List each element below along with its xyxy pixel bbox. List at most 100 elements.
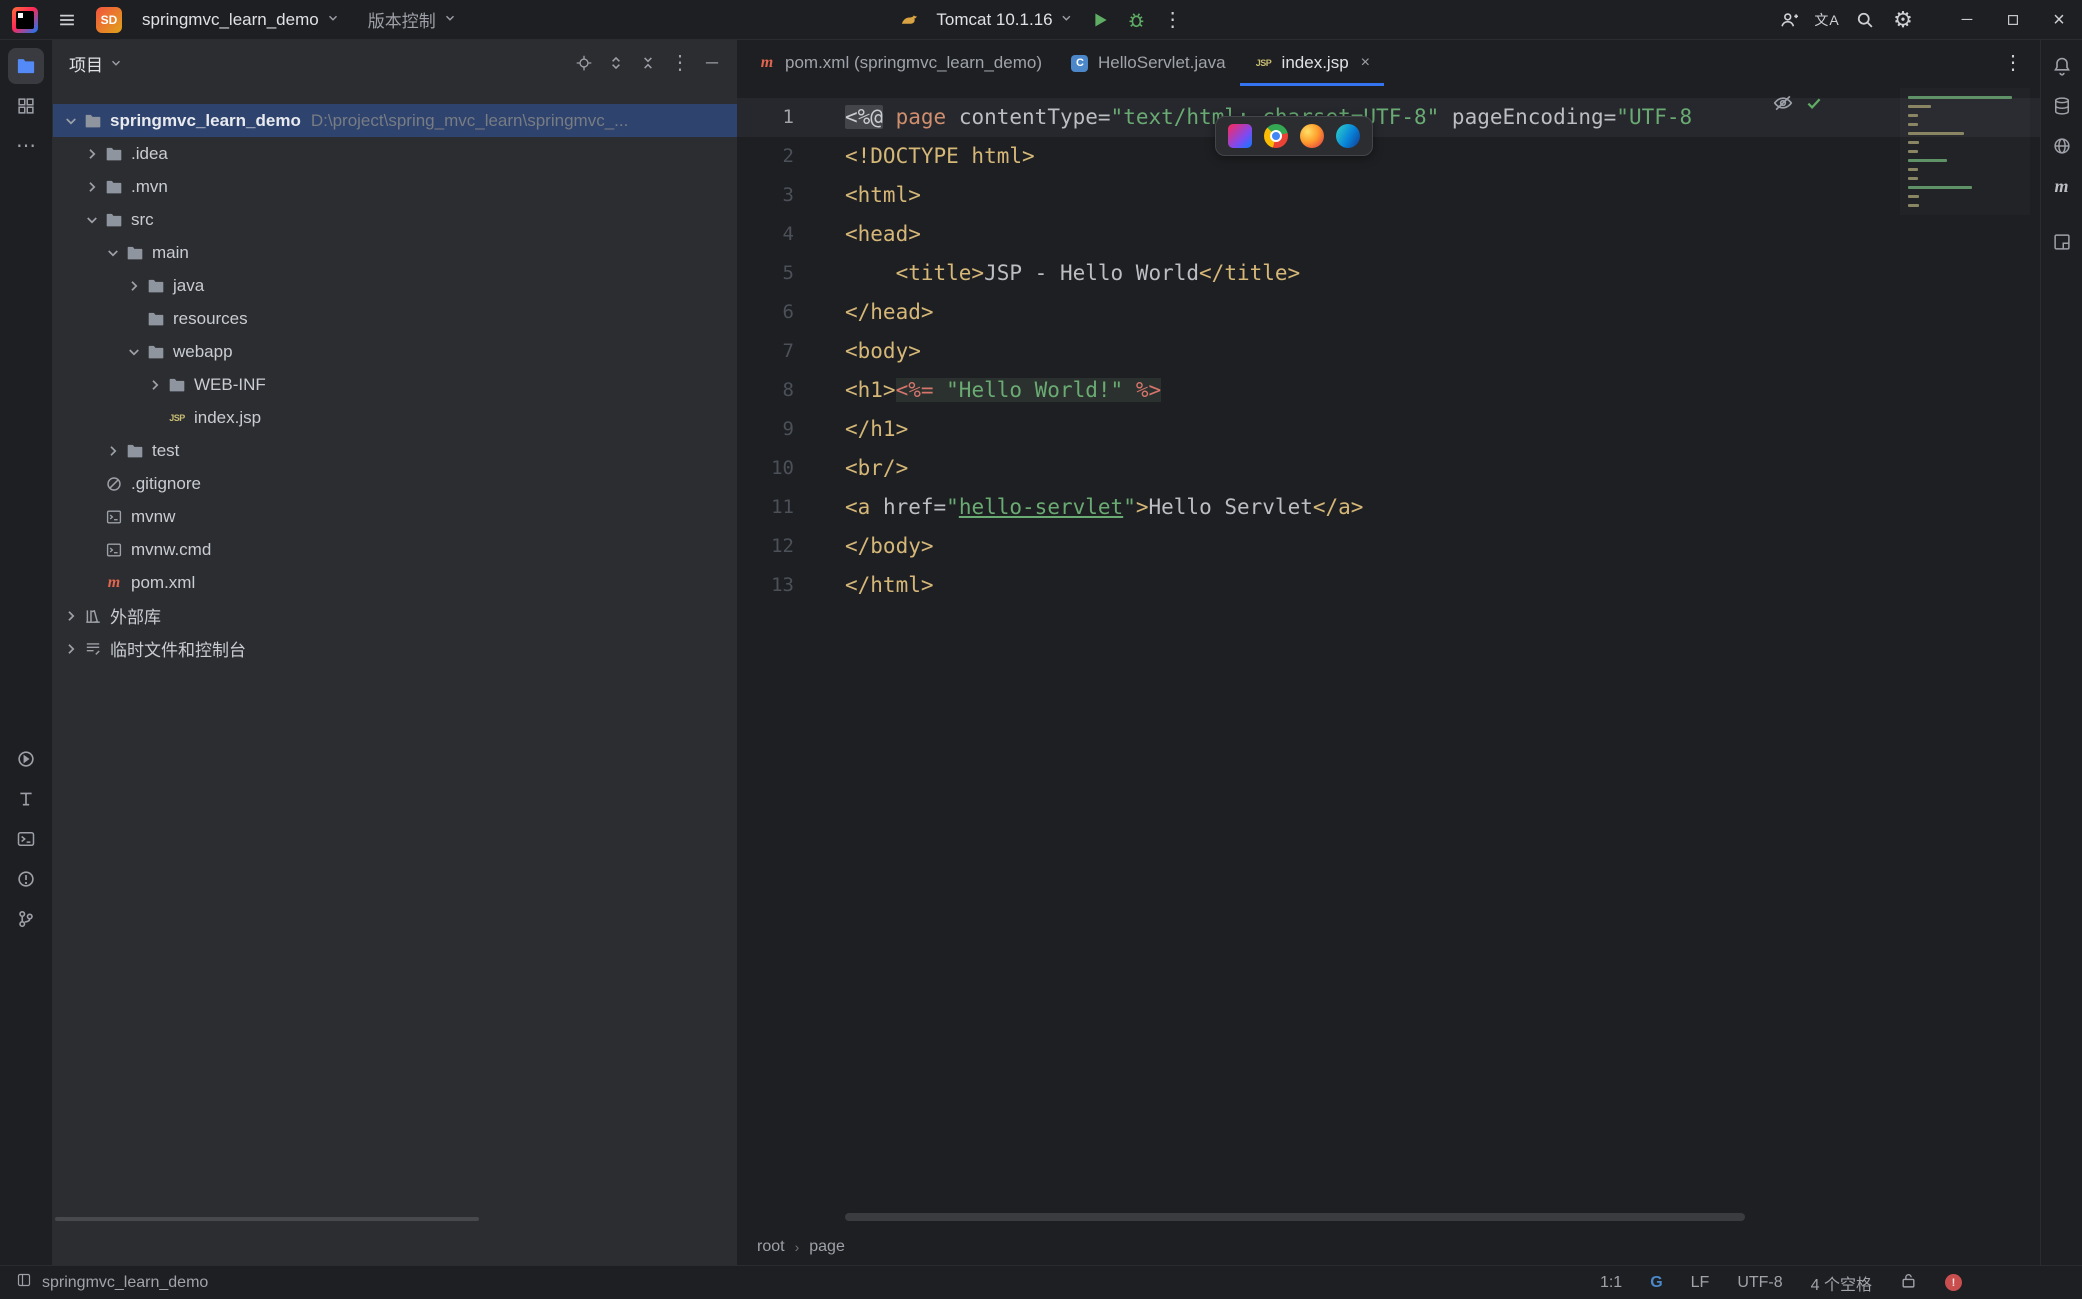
breadcrumb-root[interactable]: root bbox=[757, 1238, 785, 1256]
code-line-3[interactable]: 3<html> bbox=[737, 176, 2040, 215]
chevron-down-icon[interactable] bbox=[82, 211, 102, 229]
code-line-4[interactable]: 4<head> bbox=[737, 215, 2040, 254]
chevron-down-icon[interactable] bbox=[109, 56, 123, 70]
hide-panel-icon[interactable]: ─ bbox=[697, 48, 727, 78]
main-menu-icon[interactable] bbox=[50, 3, 84, 37]
code-line-11[interactable]: 11<a href="hello-servlet">Hello Servlet<… bbox=[737, 488, 2040, 527]
tree-item-webapp[interactable]: webapp bbox=[53, 335, 737, 368]
maximize-button[interactable] bbox=[1990, 0, 2036, 39]
tree-item-gitignore[interactable]: .gitignore bbox=[53, 467, 737, 500]
code-line-9[interactable]: 9</h1> bbox=[737, 410, 2040, 449]
tree-item-web-inf[interactable]: WEB-INF bbox=[53, 368, 737, 401]
no-problems-check-icon[interactable] bbox=[1804, 93, 1824, 118]
editor-options-icon[interactable]: ⋮ bbox=[1996, 46, 2030, 80]
line-number[interactable]: 11 bbox=[737, 488, 832, 527]
database-icon[interactable] bbox=[2044, 88, 2080, 124]
more-options-icon[interactable]: ⋮ bbox=[665, 48, 695, 78]
project-tool-window-icon[interactable] bbox=[8, 48, 44, 84]
chrome-icon[interactable] bbox=[1264, 124, 1288, 148]
line-number[interactable]: 5 bbox=[737, 254, 832, 293]
tree-item-src[interactable]: src bbox=[53, 203, 737, 236]
tree-item-item-15[interactable]: 外部库 bbox=[53, 599, 737, 632]
line-number[interactable]: 13 bbox=[737, 566, 832, 605]
expand-all-icon[interactable] bbox=[601, 48, 631, 78]
line-number[interactable]: 1 bbox=[737, 98, 832, 137]
translate-icon[interactable]: 文A bbox=[1810, 3, 1844, 37]
tool-window-layout-icon[interactable] bbox=[16, 1272, 32, 1293]
project-badge[interactable]: SD bbox=[96, 7, 122, 33]
terminal-icon[interactable] bbox=[8, 821, 44, 857]
more-run-actions-icon[interactable]: ⋮ bbox=[1156, 3, 1190, 37]
code-line-7[interactable]: 7<body> bbox=[737, 332, 2040, 371]
tree-item-java[interactable]: java bbox=[53, 269, 737, 302]
project-panel-title[interactable]: 项目 bbox=[69, 51, 103, 76]
line-number[interactable]: 2 bbox=[737, 137, 832, 176]
notifications-icon[interactable] bbox=[2044, 48, 2080, 84]
chevron-right-icon[interactable] bbox=[61, 640, 81, 658]
caret-position[interactable]: 1:1 bbox=[1600, 1274, 1622, 1292]
tree-item-idea[interactable]: .idea bbox=[53, 137, 737, 170]
line-number[interactable]: 10 bbox=[737, 449, 832, 488]
line-number[interactable]: 9 bbox=[737, 410, 832, 449]
settings-icon[interactable]: ⚙ bbox=[1886, 3, 1920, 37]
code-line-5[interactable]: 5 <title>JSP - Hello World</title> bbox=[737, 254, 2040, 293]
tree-item-item-16[interactable]: 临时文件和控制台 bbox=[53, 632, 737, 665]
line-number[interactable]: 12 bbox=[737, 527, 832, 566]
line-number[interactable]: 8 bbox=[737, 371, 832, 410]
highlighting-off-icon[interactable] bbox=[1772, 92, 1794, 119]
tree-item-resources[interactable]: resources bbox=[53, 302, 737, 335]
tree-item-mvn[interactable]: .mvn bbox=[53, 170, 737, 203]
tab-pom-xml-springmvc-learn-demo[interactable]: mpom.xml (springmvc_learn_demo) bbox=[743, 40, 1056, 86]
statusbar-project-name[interactable]: springmvc_learn_demo bbox=[42, 1274, 208, 1292]
tab-index-jsp[interactable]: JSPindex.jsp× bbox=[1240, 40, 1384, 86]
build-icon[interactable] bbox=[8, 781, 44, 817]
project-tree-scrollbar[interactable] bbox=[55, 1217, 479, 1221]
file-encoding[interactable]: UTF-8 bbox=[1737, 1274, 1782, 1292]
code-line-2[interactable]: 2<!DOCTYPE html> bbox=[737, 137, 2040, 176]
chevron-down-icon[interactable] bbox=[124, 343, 144, 361]
vcs-widget[interactable]: 版本控制 bbox=[360, 2, 465, 37]
chevron-right-icon[interactable] bbox=[103, 442, 123, 460]
artifact-icon[interactable] bbox=[2044, 224, 2080, 260]
chevron-right-icon[interactable] bbox=[124, 277, 144, 295]
chevron-right-icon[interactable] bbox=[82, 145, 102, 163]
project-selector[interactable]: springmvc_learn_demo bbox=[134, 5, 348, 35]
tab-helloservlet-java[interactable]: CHelloServlet.java bbox=[1056, 40, 1240, 86]
maven-tool-window-icon[interactable]: m bbox=[2044, 168, 2080, 204]
idea-preview-icon[interactable] bbox=[1228, 124, 1252, 148]
chevron-right-icon[interactable] bbox=[82, 178, 102, 196]
code-line-13[interactable]: 13</html> bbox=[737, 566, 2040, 605]
line-number[interactable]: 6 bbox=[737, 293, 832, 332]
firefox-icon[interactable] bbox=[1300, 124, 1324, 148]
minimize-button[interactable]: ─ bbox=[1944, 0, 1990, 39]
structure-icon[interactable] bbox=[8, 88, 44, 124]
tree-item-mvnw-cmd[interactable]: mvnw.cmd bbox=[53, 533, 737, 566]
line-number[interactable]: 4 bbox=[737, 215, 832, 254]
run-configuration-selector[interactable]: Tomcat 10.1.16 bbox=[928, 5, 1081, 35]
tree-item-pom-xml[interactable]: mpom.xml bbox=[53, 566, 737, 599]
chevron-down-icon[interactable] bbox=[103, 244, 123, 262]
grazie-icon[interactable]: G bbox=[1650, 1274, 1662, 1292]
line-separator[interactable]: LF bbox=[1691, 1274, 1710, 1292]
run-button[interactable] bbox=[1084, 3, 1118, 37]
services-icon[interactable] bbox=[8, 741, 44, 777]
problems-icon[interactable] bbox=[8, 861, 44, 897]
tree-item-mvnw[interactable]: mvnw bbox=[53, 500, 737, 533]
code-line-8[interactable]: 8<h1><%= "Hello World!" %> bbox=[737, 371, 2040, 410]
collapse-all-icon[interactable] bbox=[633, 48, 663, 78]
code-line-10[interactable]: 10<br/> bbox=[737, 449, 2040, 488]
tree-item-index-jsp[interactable]: JSPindex.jsp bbox=[53, 401, 737, 434]
close-tab-icon[interactable]: × bbox=[1361, 54, 1370, 72]
editor[interactable]: 1<%@ page contentType="text/html; charse… bbox=[737, 86, 2040, 1229]
web-icon[interactable] bbox=[2044, 128, 2080, 164]
ide-error-icon[interactable]: ! bbox=[1945, 1274, 1962, 1291]
chevron-down-icon[interactable] bbox=[61, 112, 81, 130]
readonly-lock-icon[interactable] bbox=[1900, 1272, 1917, 1294]
code-with-me-icon[interactable] bbox=[1772, 3, 1806, 37]
code-line-12[interactable]: 12</body> bbox=[737, 527, 2040, 566]
debug-button[interactable] bbox=[1120, 3, 1154, 37]
line-number[interactable]: 3 bbox=[737, 176, 832, 215]
chevron-right-icon[interactable] bbox=[145, 376, 165, 394]
breadcrumb-page[interactable]: page bbox=[809, 1238, 845, 1256]
close-button[interactable]: × bbox=[2036, 0, 2082, 39]
